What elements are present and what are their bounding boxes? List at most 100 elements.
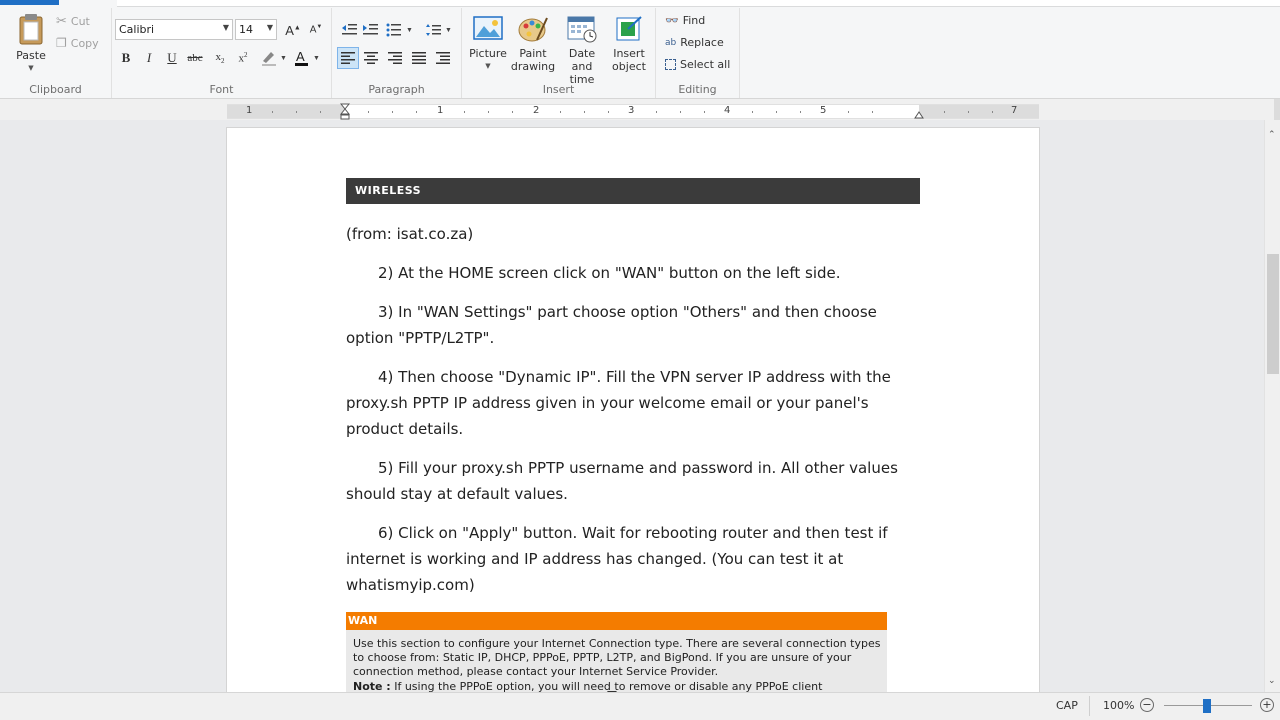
align-left-button[interactable] [337, 47, 359, 69]
ruler-tick [416, 111, 417, 113]
banner-label: WIRELESS [355, 184, 422, 197]
align-center-button[interactable] [360, 47, 382, 69]
right-indent-marker-icon[interactable] [914, 110, 924, 119]
insert-picture-button[interactable]: Picture ▼ [467, 14, 509, 73]
scroll-down-icon[interactable]: ⌄ [1268, 676, 1276, 686]
status-bar: CAP 100% − + [0, 692, 1280, 720]
ruler-number: 1 [246, 105, 253, 116]
step-6-text: 6) Click on "Apply" button. Wait for reb… [346, 524, 888, 594]
ruler-number: 7 [1011, 105, 1018, 116]
italic-button[interactable]: I [138, 47, 160, 69]
bold-button[interactable]: B [115, 47, 137, 69]
ruler-tick [680, 111, 681, 113]
grow-font-icon: A▲ [285, 22, 301, 38]
subscript-button[interactable]: x2 [209, 47, 231, 69]
step-4-text: 4) Then choose "Dynamic IP". Fill the VP… [346, 368, 891, 438]
zoom-out-button[interactable]: − [1140, 698, 1154, 712]
font-color-button[interactable]: A ▼ [292, 47, 322, 69]
document-page[interactable]: WIRELESS (from: isat.co.za) 2) At the HO… [226, 127, 1040, 692]
ruler[interactable]: 1 1 2 3 4 5 7 [227, 103, 1039, 120]
svg-text:▼: ▼ [445, 26, 452, 34]
shrink-font-button[interactable]: A▼ [305, 19, 327, 41]
svg-text:▼: ▼ [280, 54, 287, 62]
paste-button[interactable]: Paste ▼ [12, 12, 50, 75]
status-separator [1089, 696, 1090, 716]
paragraph-settings-icon [436, 52, 450, 64]
italic-icon: I [146, 50, 152, 65]
shrink-font-icon: A▼ [309, 24, 323, 36]
wireless-banner-image: WIRELESS [346, 178, 920, 204]
cut-button[interactable]: ✂ Cut [56, 14, 90, 29]
select-all-button[interactable]: Select all [665, 58, 730, 71]
find-button[interactable]: 👓 Find [665, 14, 705, 27]
underline-icon: U [167, 50, 177, 65]
wan-description: Use this section to configure your Inter… [346, 630, 887, 692]
copy-button[interactable]: ❐ Copy [56, 36, 99, 50]
increase-indent-button[interactable] [359, 19, 381, 41]
copy-icon: ❐ [56, 36, 67, 50]
justify-icon [412, 52, 426, 64]
ruler-tick [512, 111, 513, 113]
document-canvas[interactable]: WIRELESS (from: isat.co.za) 2) At the HO… [0, 120, 1264, 692]
strikethrough-button[interactable]: abc [184, 47, 206, 69]
wan-header: WAN [346, 612, 887, 630]
scrollbar-thumb[interactable] [1267, 254, 1279, 374]
step-6-paragraph[interactable]: 6) Click on "Apply" button. Wait for reb… [346, 520, 926, 598]
line-spacing-button[interactable]: ▼ [424, 19, 454, 41]
ruler-number: 1 [437, 105, 444, 116]
wan-screenshot-image: WAN Use this section to configure your I… [346, 612, 887, 692]
ruler-number: 3 [628, 105, 635, 116]
underline-button[interactable]: U [161, 47, 183, 69]
plus-icon: + [1262, 698, 1272, 711]
file-tab[interactable] [0, 0, 59, 5]
align-left-icon [341, 52, 355, 64]
zoom-in-button[interactable]: + [1260, 698, 1274, 712]
paragraph-settings-button[interactable] [432, 47, 454, 69]
picture-label: Picture [469, 47, 507, 60]
picture-dropdown-icon[interactable]: ▼ [467, 60, 509, 73]
superscript-button[interactable]: x2 [232, 47, 254, 69]
paste-dropdown-icon[interactable]: ▼ [12, 62, 50, 75]
paint-drawing-button[interactable]: Paint drawing [510, 14, 556, 73]
indent-marker-icon[interactable] [340, 103, 350, 120]
bullets-button[interactable]: ▼ [385, 19, 415, 41]
insert-object-button[interactable]: Insert object [608, 14, 650, 73]
highlight-color-button[interactable]: ▼ [258, 47, 288, 69]
ruler-right-margin [919, 105, 1039, 118]
strikethrough-icon: abc [187, 52, 203, 64]
vertical-scrollbar[interactable]: ⌃ ⌄ [1264, 120, 1280, 692]
step-3-paragraph[interactable]: 3) In "WAN Settings" part choose option … [346, 299, 926, 351]
editing-group-label: Editing [678, 83, 717, 96]
decrease-indent-button[interactable] [338, 19, 360, 41]
ruler-tick [752, 111, 753, 113]
svg-text:A: A [296, 49, 305, 64]
zoom-slider-thumb[interactable] [1203, 699, 1211, 713]
scroll-up-icon[interactable]: ⌃ [1268, 130, 1276, 140]
grow-font-button[interactable]: A▲ [282, 19, 304, 41]
ruler-tick [584, 111, 585, 113]
replace-button[interactable]: ab Replace [665, 36, 724, 49]
minus-icon: − [1142, 698, 1152, 711]
ruler-tick [272, 111, 273, 113]
caps-lock-indicator: CAP [1056, 699, 1078, 712]
justify-button[interactable] [408, 47, 430, 69]
clipboard-group: Paste ▼ ✂ Cut ❐ Copy Clipboard [0, 8, 112, 98]
calendar-icon [567, 16, 597, 43]
font-size-value: 14 [239, 23, 253, 36]
font-color-icon: A ▼ [295, 49, 320, 66]
font-family-select[interactable]: Calibri ▼ [115, 19, 233, 40]
font-size-select[interactable]: 14 ▼ [235, 19, 277, 40]
step-4-paragraph[interactable]: 4) Then choose "Dynamic IP". Fill the VP… [346, 364, 926, 442]
ruler-tick [992, 111, 993, 113]
chevron-down-icon: ▼ [222, 23, 229, 32]
ruler-tick [872, 111, 873, 113]
increase-indent-icon [363, 24, 378, 35]
step-5-paragraph[interactable]: 5) Fill your proxy.sh PPTP username and … [346, 455, 926, 507]
wan-description-text: Use this section to configure your Inter… [353, 637, 881, 678]
align-right-button[interactable] [384, 47, 406, 69]
step-2-paragraph[interactable]: 2) At the HOME screen click on "WAN" but… [346, 260, 926, 286]
insert-group-label: Insert [542, 83, 575, 96]
source-line[interactable]: (from: isat.co.za) [346, 221, 926, 247]
date-time-button[interactable]: Date and time [557, 14, 607, 86]
editing-group: 👓 Find ab Replace Select all Editing [656, 8, 740, 98]
